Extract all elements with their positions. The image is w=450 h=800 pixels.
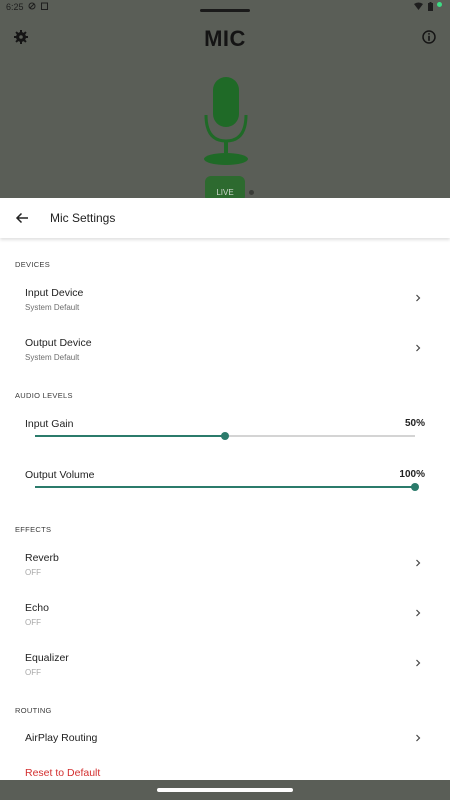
wifi-icon	[414, 2, 423, 10]
equalizer-label: Equalizer	[25, 652, 69, 664]
back-arrow-icon[interactable]	[12, 208, 32, 228]
section-header-devices: DEVICES	[15, 260, 51, 269]
input-device-label: Input Device	[25, 287, 84, 299]
reverb-label: Reverb	[25, 552, 59, 564]
microphone-icon	[204, 77, 248, 165]
chevron-right-icon	[416, 344, 421, 352]
output-volume-control: Output Volume 100%	[0, 469, 450, 509]
echo-row[interactable]: Echo OFF	[0, 602, 450, 648]
navigation-bar	[0, 780, 450, 800]
output-device-value: System Default	[25, 353, 80, 362]
sheet-title: Mic Settings	[50, 211, 116, 225]
echo-state: OFF	[25, 618, 41, 627]
app-header: MIC	[0, 14, 450, 64]
chevron-right-icon	[416, 734, 421, 742]
reverb-state: OFF	[25, 568, 41, 577]
do-not-disturb-icon	[28, 2, 36, 10]
input-gain-label: Input Gain	[25, 418, 74, 430]
home-gesture-handle[interactable]	[157, 788, 293, 792]
output-device-row[interactable]: Output Device System Default	[0, 337, 450, 383]
output-volume-slider-thumb[interactable]	[411, 483, 419, 491]
notification-dot-icon	[437, 2, 442, 7]
echo-label: Echo	[25, 602, 49, 614]
input-gain-slider[interactable]	[35, 432, 415, 440]
camera-notch	[200, 9, 250, 12]
reset-to-default-button[interactable]: Reset to Default	[25, 767, 100, 779]
info-icon[interactable]	[422, 30, 436, 44]
input-gain-slider-thumb[interactable]	[221, 432, 229, 440]
mic-settings-sheet: Mic Settings DEVICES Input Device System…	[0, 198, 450, 780]
input-gain-value: 50%	[404, 418, 425, 429]
section-header-effects: EFFECTS	[15, 525, 52, 534]
output-volume-value: 100%	[399, 469, 425, 480]
chevron-right-icon	[416, 659, 421, 667]
airplay-routing-row[interactable]: AirPlay Routing	[0, 732, 450, 756]
reverb-row[interactable]: Reverb OFF	[0, 552, 450, 598]
output-volume-slider[interactable]	[35, 483, 419, 491]
input-gain-slider-fill	[35, 435, 225, 437]
chevron-right-icon	[416, 609, 421, 617]
status-time: 6:25	[6, 2, 24, 12]
output-volume-slider-fill	[35, 486, 415, 488]
input-device-row[interactable]: Input Device System Default	[0, 287, 450, 333]
clipboard-icon	[41, 2, 48, 10]
airplay-routing-label: AirPlay Routing	[25, 732, 98, 744]
section-header-audio-levels: AUDIO LEVELS	[15, 391, 73, 400]
input-device-value: System Default	[25, 303, 80, 312]
section-header-routing: ROUTING	[15, 706, 52, 715]
live-indicator-dot	[249, 190, 254, 195]
equalizer-row[interactable]: Equalizer OFF	[0, 652, 450, 698]
output-volume-label: Output Volume	[25, 469, 95, 481]
input-gain-control: Input Gain 50%	[0, 418, 450, 458]
chevron-right-icon	[416, 559, 421, 567]
sheet-header: Mic Settings	[0, 198, 450, 238]
chevron-right-icon	[416, 294, 421, 302]
output-device-label: Output Device	[25, 337, 92, 349]
equalizer-state: OFF	[25, 668, 41, 677]
app-title: MIC	[204, 26, 246, 51]
battery-icon	[428, 2, 433, 11]
